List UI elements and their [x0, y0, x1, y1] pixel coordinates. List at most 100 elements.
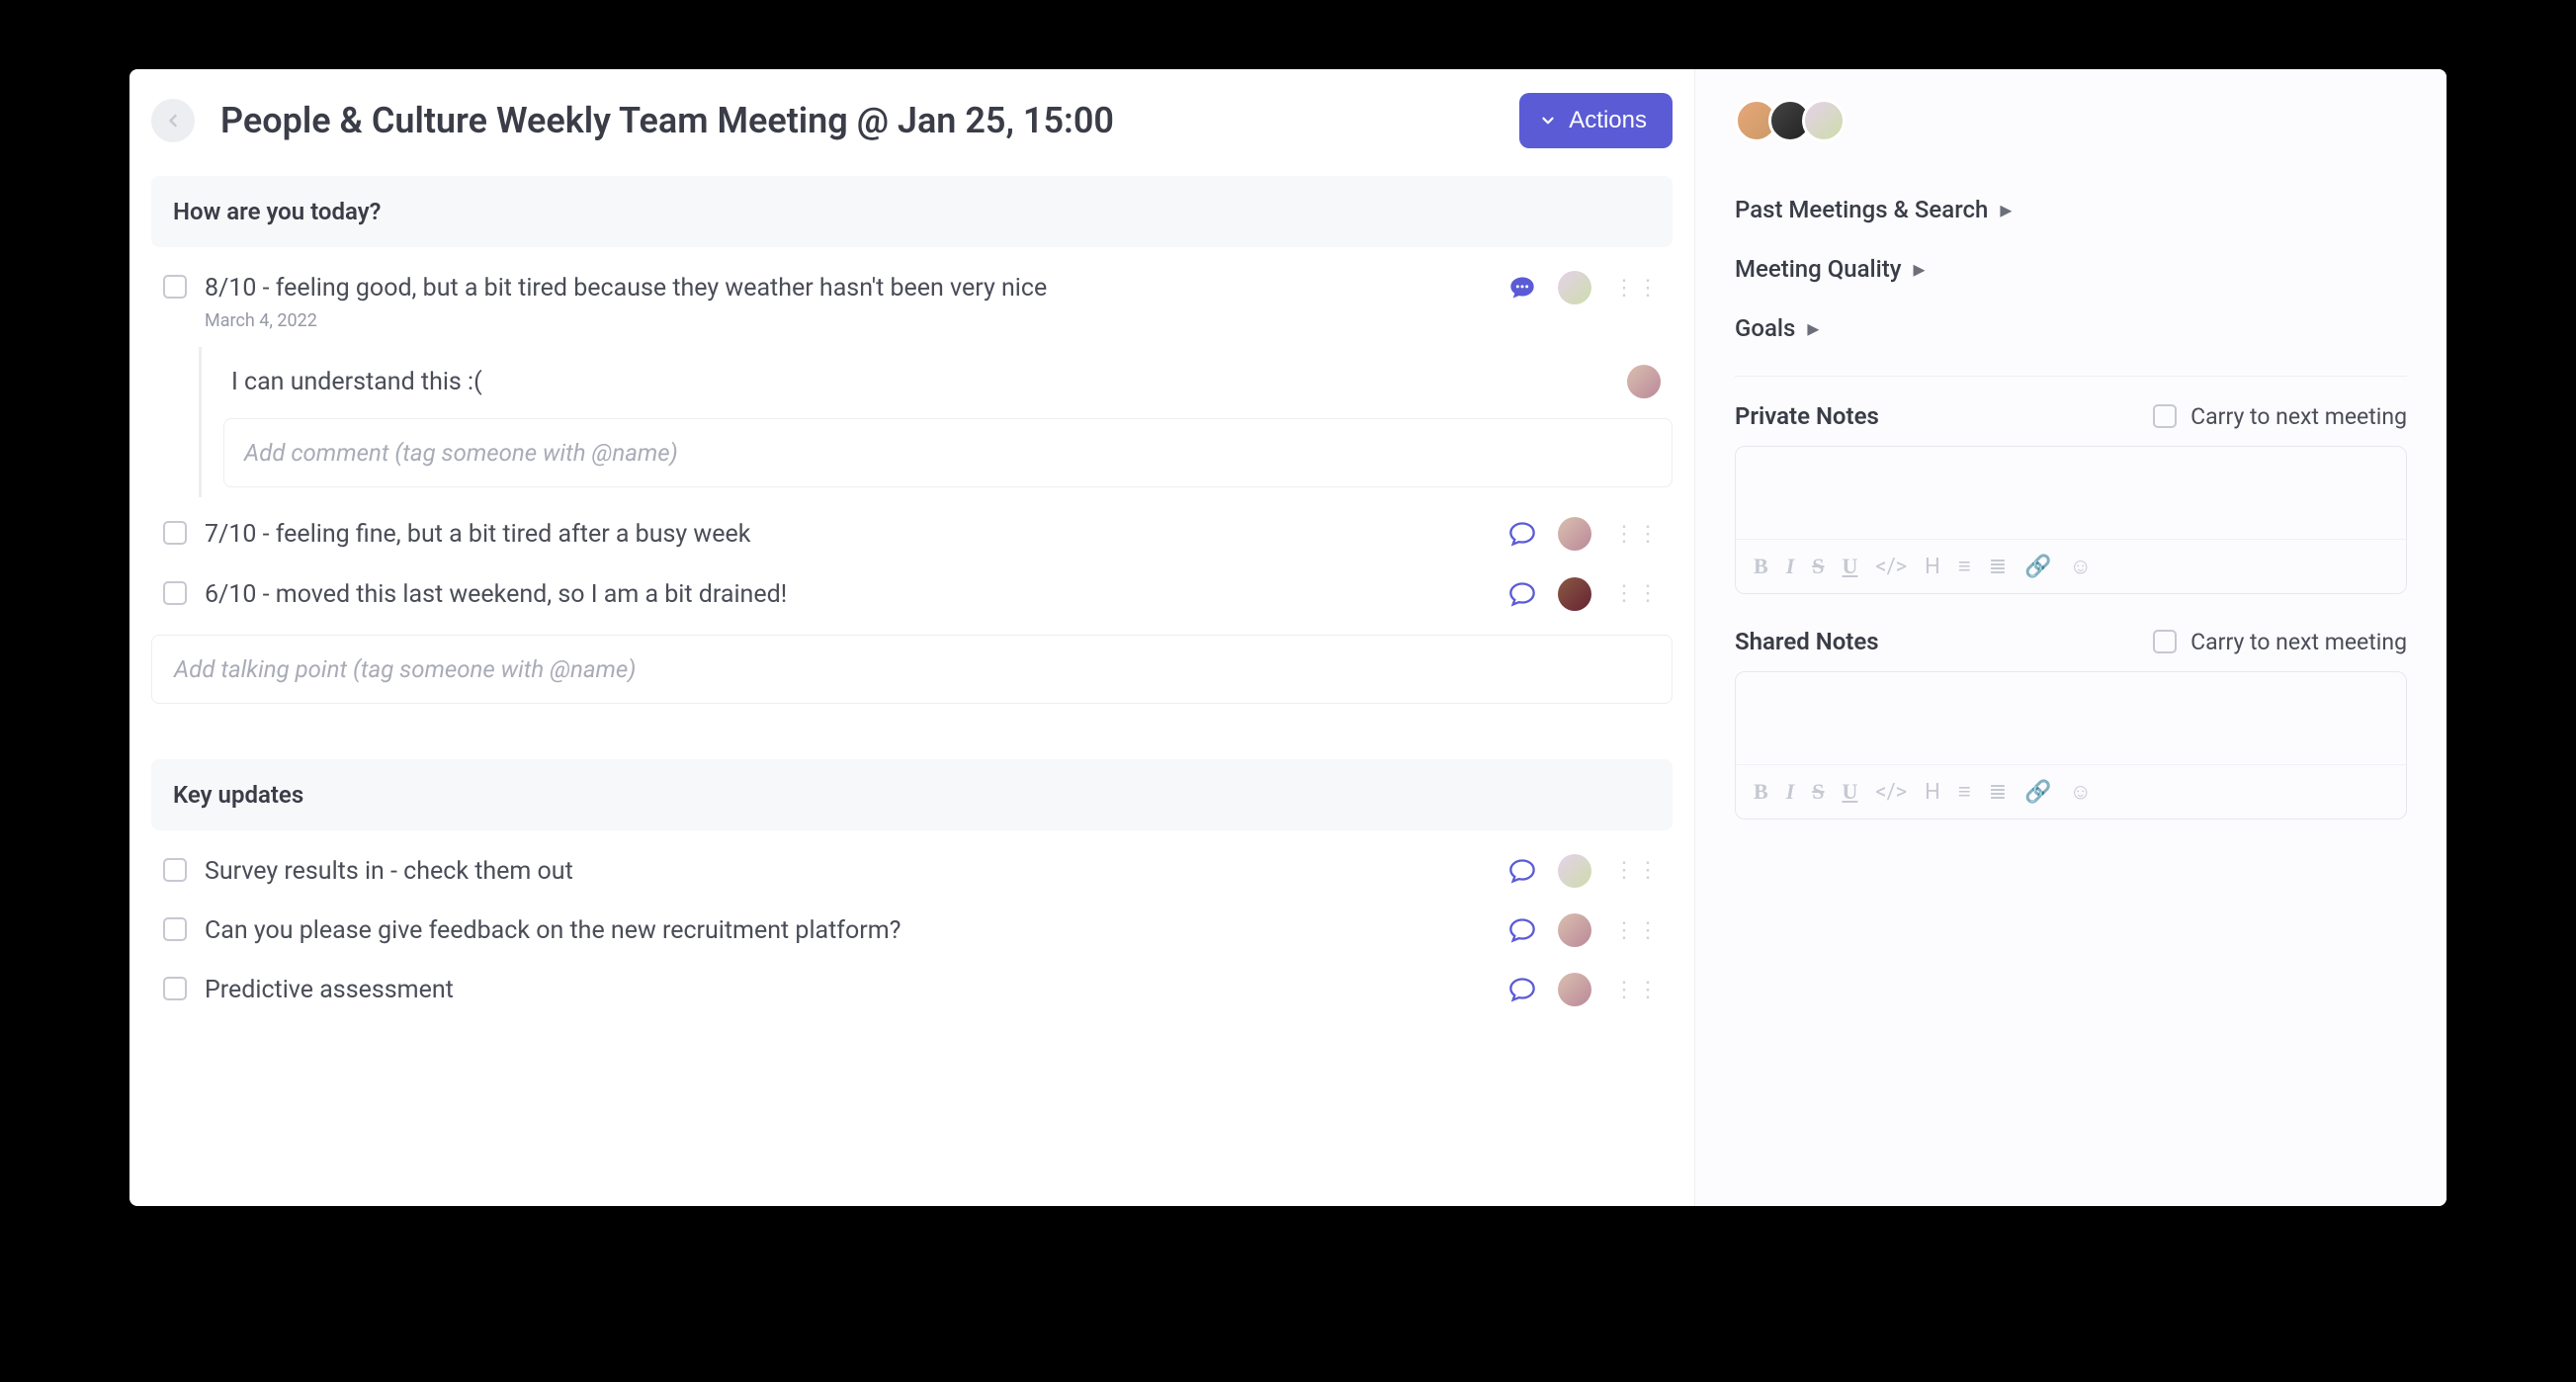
shared-notes-editor[interactable]: B I S U </> H ≡ ≣ 🔗 ☺ — [1735, 671, 2407, 820]
editor-toolbar: B I S U </> H ≡ ≣ 🔗 ☺ — [1736, 764, 2406, 819]
comment-filled-icon[interactable] — [1508, 274, 1536, 302]
section-items: 8/10 - feeling good, but a bit tired bec… — [151, 259, 1673, 759]
comment-icon[interactable] — [1508, 976, 1536, 1003]
bold-icon[interactable]: B — [1754, 779, 1768, 805]
comment-input[interactable]: Add comment (tag someone with @name) — [223, 418, 1673, 487]
row-actions: ⋮⋮ — [1508, 271, 1661, 304]
talking-point-body: 7/10 - feeling fine, but a bit tired aft… — [205, 517, 1491, 553]
carry-to-next-toggle[interactable]: Carry to next meeting — [2153, 629, 2407, 655]
strikethrough-icon[interactable]: S — [1812, 554, 1824, 579]
side-link-past-meetings[interactable]: Past Meetings & Search ▸ — [1735, 180, 2407, 239]
underline-icon[interactable]: U — [1843, 779, 1858, 805]
side-link-meeting-quality[interactable]: Meeting Quality ▸ — [1735, 239, 2407, 299]
reply-text: I can understand this :( — [231, 368, 1615, 396]
notes-header: Private Notes Carry to next meeting — [1735, 402, 2407, 430]
chevron-left-icon — [163, 111, 183, 130]
avatar — [1558, 973, 1591, 1006]
side-link-goals[interactable]: Goals ▸ — [1735, 299, 2407, 358]
code-icon[interactable]: </> — [1875, 780, 1907, 805]
link-icon[interactable]: 🔗 — [2024, 555, 2051, 579]
emoji-icon[interactable]: ☺ — [2070, 554, 2092, 579]
carry-label: Carry to next meeting — [2190, 403, 2407, 430]
actions-label: Actions — [1569, 107, 1647, 134]
talking-point-body: Can you please give feedback on the new … — [205, 913, 1491, 949]
talking-point-date: March 4, 2022 — [205, 310, 1491, 331]
talking-point-text: Predictive assessment — [205, 973, 1491, 1008]
divider — [1735, 376, 2407, 377]
link-icon[interactable]: 🔗 — [2024, 780, 2051, 805]
drag-handle[interactable]: ⋮⋮ — [1613, 858, 1661, 883]
editor-toolbar: B I S U </> H ≡ ≣ 🔗 ☺ — [1736, 539, 2406, 593]
thread-reply: I can understand this :( — [223, 357, 1673, 412]
section-header: How are you today? — [151, 176, 1673, 247]
talking-point-text: 7/10 - feeling fine, but a bit tired aft… — [205, 517, 1491, 553]
talking-point-row: Survey results in - check them out ⋮⋮ — [151, 842, 1673, 902]
main-panel: People & Culture Weekly Team Meeting @ J… — [129, 69, 1695, 1206]
avatar[interactable] — [1802, 99, 1846, 142]
strikethrough-icon[interactable]: S — [1812, 779, 1824, 805]
talking-point-text: 8/10 - feeling good, but a bit tired bec… — [205, 271, 1491, 306]
drag-handle[interactable]: ⋮⋮ — [1613, 581, 1661, 606]
talking-point-text: Survey results in - check them out — [205, 854, 1491, 890]
notes-body[interactable] — [1736, 447, 2406, 539]
numbered-list-icon[interactable]: ≣ — [1989, 555, 2007, 579]
talking-point-text: Can you please give feedback on the new … — [205, 913, 1491, 949]
bullet-list-icon[interactable]: ≡ — [1958, 779, 1971, 805]
numbered-list-icon[interactable]: ≣ — [1989, 780, 2007, 805]
heading-icon[interactable]: H — [1925, 780, 1940, 805]
code-icon[interactable]: </> — [1875, 555, 1907, 579]
caret-right-icon: ▸ — [1914, 255, 1926, 283]
checkbox[interactable] — [2153, 404, 2177, 428]
chevron-down-icon — [1539, 112, 1557, 130]
checkbox[interactable] — [163, 977, 187, 1000]
avatar — [1558, 577, 1591, 611]
actions-button[interactable]: Actions — [1519, 93, 1673, 148]
drag-handle[interactable]: ⋮⋮ — [1613, 276, 1661, 301]
drag-handle[interactable]: ⋮⋮ — [1613, 978, 1661, 1002]
checkbox[interactable] — [2153, 630, 2177, 653]
emoji-icon[interactable]: ☺ — [2070, 779, 2092, 805]
talking-point-body: 8/10 - feeling good, but a bit tired bec… — [205, 271, 1491, 331]
comment-icon[interactable] — [1508, 857, 1536, 885]
comment-icon[interactable] — [1508, 580, 1536, 608]
page-title: People & Culture Weekly Team Meeting @ J… — [220, 100, 1494, 141]
checkbox[interactable] — [163, 917, 187, 941]
caret-right-icon: ▸ — [2000, 196, 2012, 223]
checkbox[interactable] — [163, 581, 187, 605]
drag-handle[interactable]: ⋮⋮ — [1613, 918, 1661, 943]
talking-point-row: 8/10 - feeling good, but a bit tired bec… — [151, 259, 1673, 343]
comment-icon[interactable] — [1508, 916, 1536, 944]
italic-icon[interactable]: I — [1786, 779, 1795, 805]
notes-header: Shared Notes Carry to next meeting — [1735, 628, 2407, 655]
bold-icon[interactable]: B — [1754, 554, 1768, 579]
italic-icon[interactable]: I — [1786, 554, 1795, 579]
add-talking-point-input[interactable]: Add talking point (tag someone with @nam… — [151, 635, 1673, 704]
carry-to-next-toggle[interactable]: Carry to next meeting — [2153, 403, 2407, 430]
bullet-list-icon[interactable]: ≡ — [1958, 554, 1971, 579]
row-actions: ⋮⋮ — [1508, 517, 1661, 551]
checkbox[interactable] — [163, 275, 187, 299]
checkbox[interactable] — [163, 858, 187, 882]
talking-point-row: Predictive assessment ⋮⋮ — [151, 961, 1673, 1020]
private-notes-editor[interactable]: B I S U </> H ≡ ≣ 🔗 ☺ — [1735, 446, 2407, 594]
talking-point-row: 7/10 - feeling fine, but a bit tired aft… — [151, 505, 1673, 564]
talking-point-row: Can you please give feedback on the new … — [151, 902, 1673, 961]
drag-handle[interactable]: ⋮⋮ — [1613, 522, 1661, 547]
underline-icon[interactable]: U — [1843, 554, 1858, 579]
avatar — [1558, 913, 1591, 947]
comment-icon[interactable] — [1508, 520, 1536, 548]
participants-avatars — [1735, 99, 2407, 142]
avatar — [1558, 271, 1591, 304]
app-window: People & Culture Weekly Team Meeting @ J… — [129, 69, 2447, 1206]
avatar — [1558, 854, 1591, 888]
avatar — [1558, 517, 1591, 551]
checkbox[interactable] — [163, 521, 187, 545]
side-link-label: Goals — [1735, 314, 1795, 342]
heading-icon[interactable]: H — [1925, 555, 1940, 579]
notes-body[interactable] — [1736, 672, 2406, 764]
side-link-label: Meeting Quality — [1735, 255, 1902, 283]
row-actions: ⋮⋮ — [1508, 577, 1661, 611]
back-button[interactable] — [151, 99, 195, 142]
talking-point-row: 6/10 - moved this last weekend, so I am … — [151, 565, 1673, 625]
comment-thread: I can understand this :( Add comment (ta… — [199, 347, 1673, 497]
